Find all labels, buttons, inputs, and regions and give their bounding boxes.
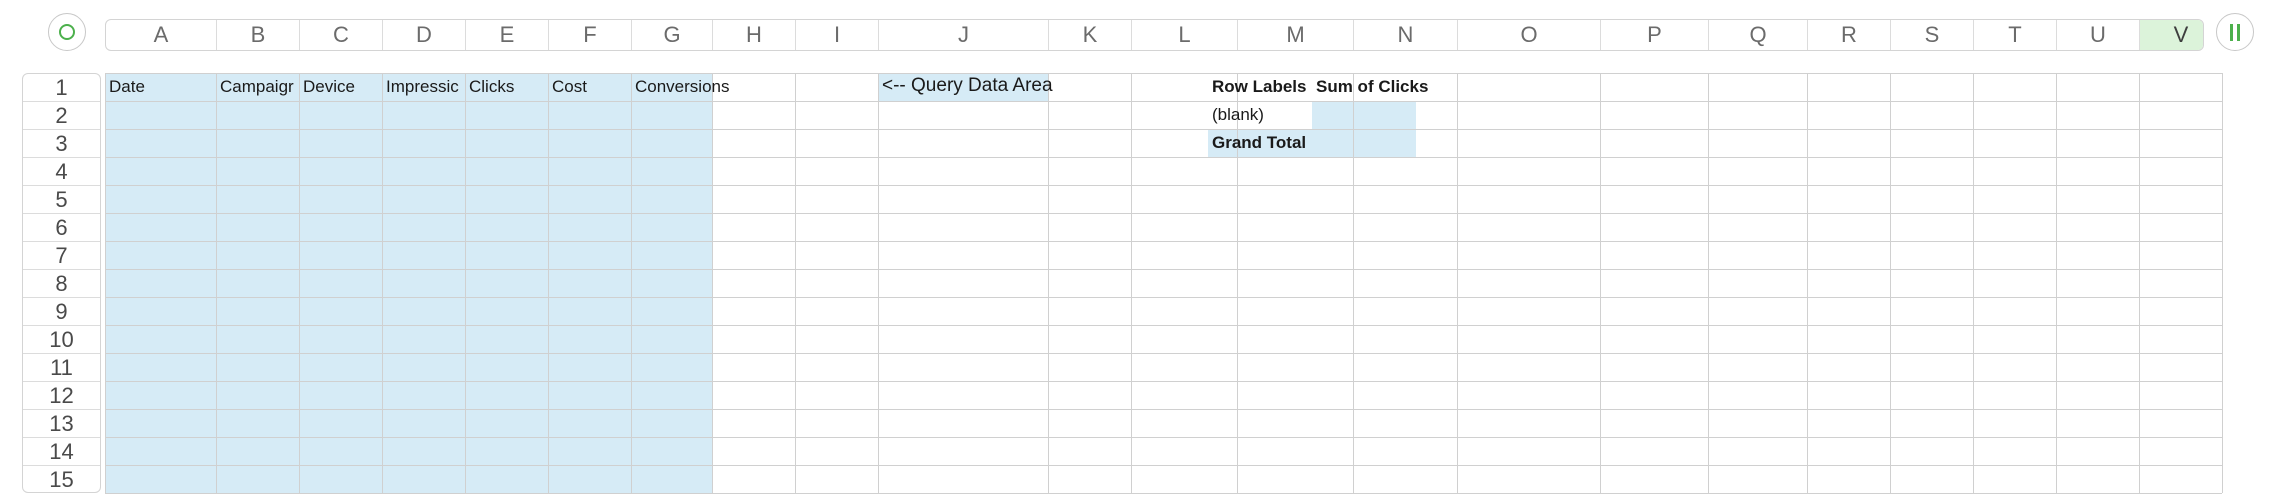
column-header-n[interactable]: N [1354,20,1458,50]
grid-vline [548,73,549,493]
column-header-s[interactable]: S [1891,20,1974,50]
grid-vline [105,73,106,493]
column-header-v[interactable]: V [2140,20,2203,50]
column-header-f[interactable]: F [549,20,632,50]
column-header-h[interactable]: H [713,20,796,50]
column-header-t[interactable]: T [1974,20,2057,50]
grid-vline [1048,73,1049,493]
circle-icon [59,24,75,40]
grid-vline [299,73,300,493]
grid-vline [878,73,879,493]
grid-vline [1600,73,1601,493]
column-header-q[interactable]: Q [1709,20,1808,50]
row-header-11[interactable]: 11 [23,354,100,382]
grid-hline [105,157,2222,158]
cell-c1[interactable]: Device [303,77,355,97]
grid-hline [105,353,2222,354]
grid-vline [1973,73,1974,493]
grid-vline [2139,73,2140,493]
row-header-2[interactable]: 2 [23,102,100,130]
grid-hline [105,381,2222,382]
grid-hline [105,241,2222,242]
cell-a1[interactable]: Date [109,77,145,97]
column-header-b[interactable]: B [217,20,300,50]
row-header-8[interactable]: 8 [23,270,100,298]
row-header-5[interactable]: 5 [23,186,100,214]
column-header-r[interactable]: R [1808,20,1891,50]
column-header-j[interactable]: J [879,20,1049,50]
column-header-l[interactable]: L [1132,20,1238,50]
cell-m2[interactable]: (blank) [1212,105,1264,125]
cell-m1[interactable]: Row Labels [1212,77,1306,97]
pause-icon [2230,24,2233,41]
row-header-9[interactable]: 9 [23,298,100,326]
grid-vline [2056,73,2057,493]
grid-hline [105,213,2222,214]
cell-e1[interactable]: Clicks [469,77,514,97]
column-header-m[interactable]: M [1238,20,1354,50]
row-header-1[interactable]: 1 [23,74,100,102]
freeze-panes-handle[interactable] [2216,13,2254,51]
grid-vline [1708,73,1709,493]
column-header-o[interactable]: O [1458,20,1601,50]
grid-vline [712,73,713,493]
grid-hline [105,465,2222,466]
column-header-i[interactable]: I [796,20,879,50]
grid-vline [795,73,796,493]
grid-vline [465,73,466,493]
column-header-c[interactable]: C [300,20,383,50]
cell-m3[interactable]: Grand Total [1212,133,1306,153]
grid-vline [631,73,632,493]
pause-icon-bar [2237,24,2240,41]
row-header-15[interactable]: 15 [23,466,100,492]
cell-j1[interactable]: <-- Query Data Area [882,75,1053,97]
grid-vline [1131,73,1132,493]
row-header-bar: 1 2 3 4 5 6 7 8 9 10 11 12 13 14 15 [22,73,101,493]
grid-vline [1457,73,1458,493]
grid-vline [1890,73,1891,493]
column-header-p[interactable]: P [1601,20,1709,50]
grid-hline [105,129,2222,130]
grid-hline [105,269,2222,270]
cell-g1[interactable]: Conversions [635,77,730,97]
grid-hline [105,409,2222,410]
column-header-e[interactable]: E [466,20,549,50]
row-header-12[interactable]: 12 [23,382,100,410]
grid-vline [1807,73,1808,493]
grid-vline [216,73,217,493]
grid-vline [1353,73,1354,493]
spreadsheet-grid[interactable]: Date Campaigr Device Impressic Clicks Co… [105,73,2223,494]
select-all-button[interactable] [48,13,86,51]
cell-f1[interactable]: Cost [552,77,587,97]
grid-hline [105,73,2222,74]
pivot-value-cell [1312,101,1416,129]
column-header-k[interactable]: K [1049,20,1132,50]
cell-b1[interactable]: Campaigr [220,77,294,97]
cell-d1[interactable]: Impressic [386,77,459,97]
row-header-10[interactable]: 10 [23,326,100,354]
grid-vline [382,73,383,493]
grid-hline [105,437,2222,438]
grid-hline [105,325,2222,326]
grid-hline [105,185,2222,186]
column-header-a[interactable]: A [106,20,217,50]
row-header-3[interactable]: 3 [23,130,100,158]
grid-hline [105,297,2222,298]
column-header-d[interactable]: D [383,20,466,50]
row-header-14[interactable]: 14 [23,438,100,466]
row-header-4[interactable]: 4 [23,158,100,186]
column-header-g[interactable]: G [632,20,713,50]
query-data-area [105,73,712,493]
cell-n1[interactable]: Sum of Clicks [1316,77,1428,97]
column-header-u[interactable]: U [2057,20,2140,50]
row-header-7[interactable]: 7 [23,242,100,270]
grid-vline [2222,73,2223,493]
row-header-6[interactable]: 6 [23,214,100,242]
grid-hline [105,101,2222,102]
column-header-bar: ABCDEFGHIJKLMNOPQRSTUV [105,19,2204,51]
row-header-13[interactable]: 13 [23,410,100,438]
